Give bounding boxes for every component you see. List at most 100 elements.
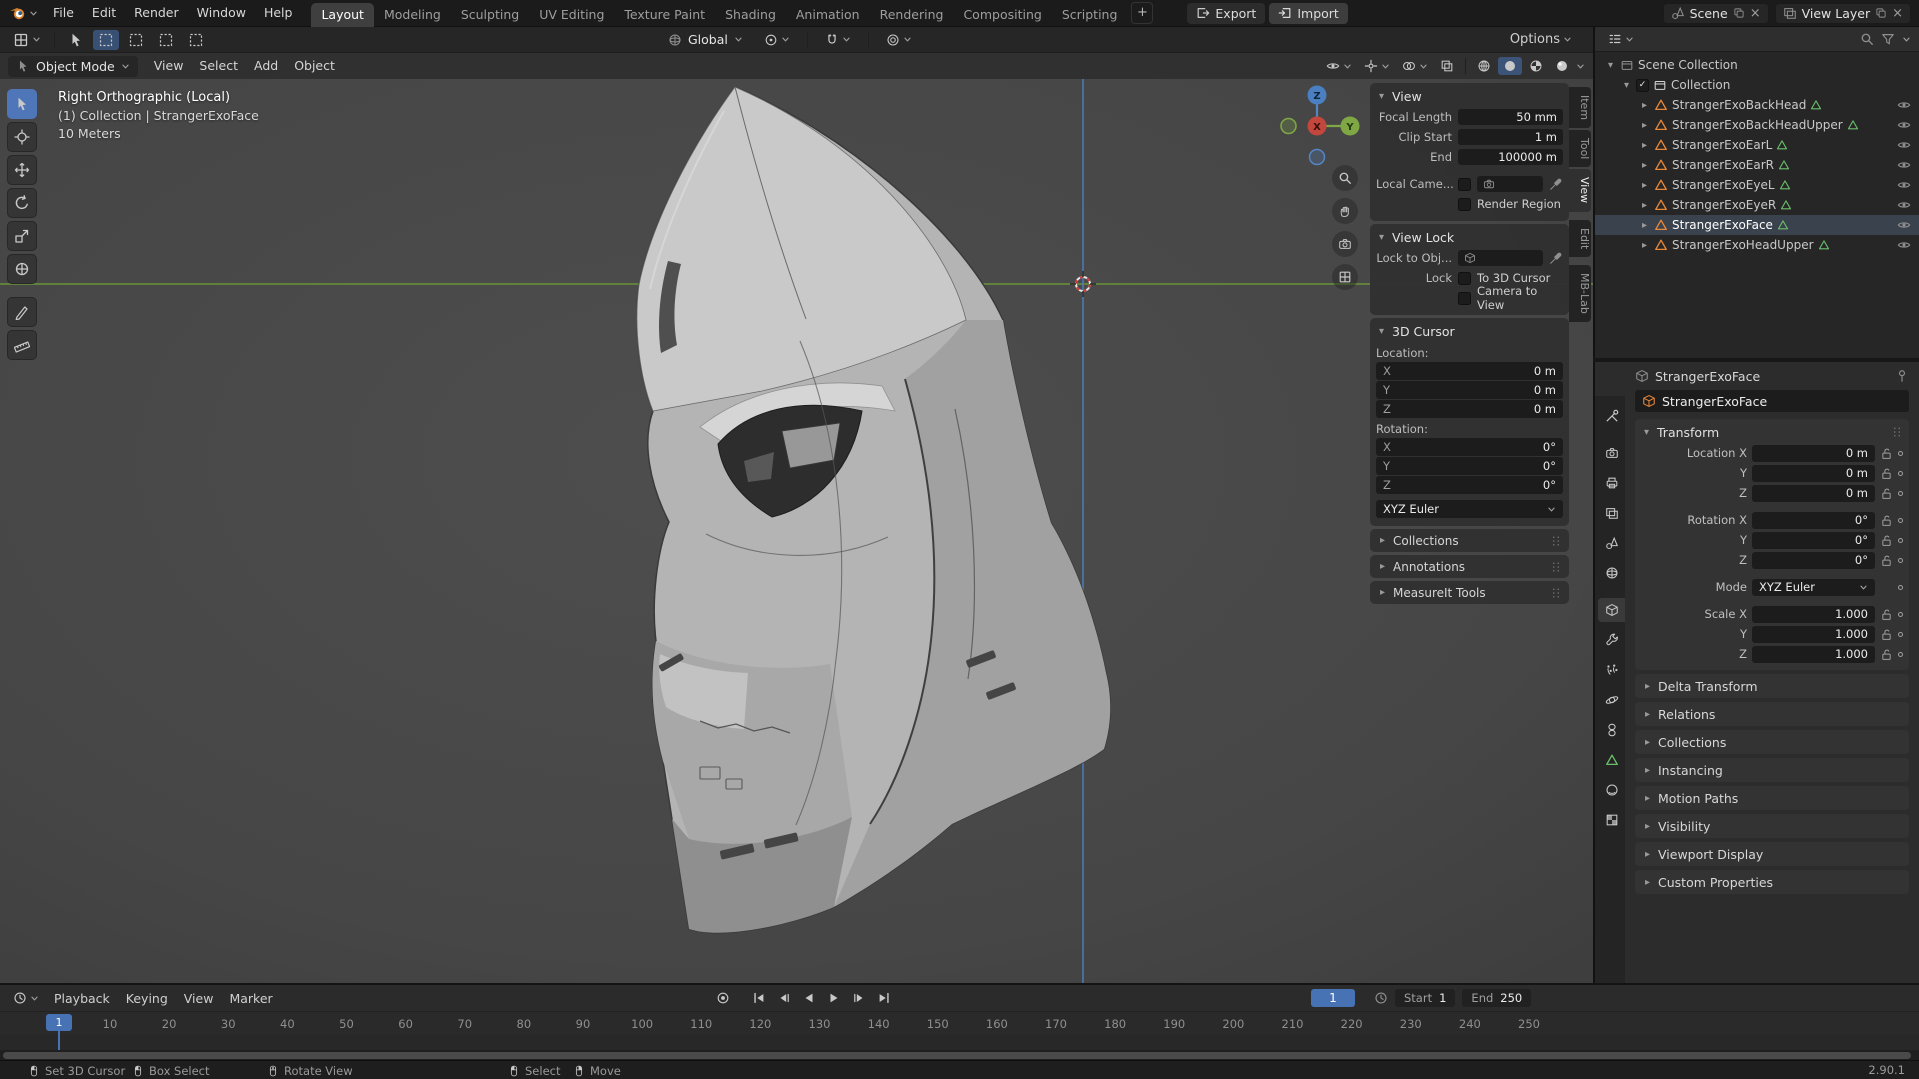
view-layer-selector[interactable]: View Layer bbox=[1774, 2, 1911, 24]
lock-icon[interactable] bbox=[1880, 554, 1893, 567]
eyedropper-icon[interactable] bbox=[1549, 251, 1563, 265]
proportional-editing-toggle[interactable] bbox=[881, 31, 917, 49]
tab-scene[interactable] bbox=[1598, 531, 1625, 555]
lock-icon[interactable] bbox=[1880, 534, 1893, 547]
zoom-button[interactable] bbox=[1332, 165, 1358, 191]
export-button[interactable]: Export bbox=[1187, 2, 1266, 24]
filter-icon[interactable] bbox=[1881, 32, 1895, 46]
eyedropper-icon[interactable] bbox=[1549, 177, 1563, 191]
blender-logo-icon[interactable] bbox=[8, 4, 38, 22]
timeline-ruler[interactable]: 1 10 20 30 40 50 60 70 80 90 100 110 120 130 140 150 16… bbox=[0, 1011, 1919, 1035]
tab-texture[interactable] bbox=[1598, 808, 1625, 832]
outliner-object-row[interactable]: StrangerExoBackHeadUpper bbox=[1595, 115, 1919, 135]
play-reverse-button[interactable] bbox=[798, 989, 820, 1007]
tool-rotate[interactable] bbox=[7, 188, 37, 218]
new-view-layer-icon[interactable] bbox=[1875, 7, 1887, 19]
tab-material[interactable] bbox=[1598, 778, 1625, 802]
next-keyframe-button[interactable] bbox=[848, 989, 870, 1007]
scene-collection-row[interactable]: Scene Collection bbox=[1595, 55, 1919, 75]
navigation-gizmo[interactable]: Z Y X bbox=[1280, 81, 1380, 181]
collapsed-panel-header[interactable]: Annotations bbox=[1370, 555, 1569, 578]
vector-field[interactable]: X 0° bbox=[1376, 438, 1563, 456]
start-frame-field[interactable]: Start 1 bbox=[1395, 989, 1456, 1007]
tab-world[interactable] bbox=[1598, 561, 1625, 585]
number-field[interactable]: 1.000 bbox=[1752, 645, 1875, 663]
animate-dot[interactable] bbox=[1898, 584, 1903, 590]
view-lock-panel-header[interactable]: View Lock bbox=[1376, 226, 1563, 248]
object-visibility-dropdown[interactable] bbox=[1321, 57, 1357, 75]
drag-handle-icon[interactable] bbox=[1550, 535, 1562, 547]
menu-item[interactable]: Edit bbox=[83, 2, 125, 24]
vector-field[interactable]: Y 0° bbox=[1376, 457, 1563, 475]
drag-handle-icon[interactable] bbox=[1550, 587, 1562, 599]
number-field[interactable]: 100000 m bbox=[1458, 149, 1563, 165]
tool-scale[interactable] bbox=[7, 221, 37, 251]
lock-to-object-field[interactable] bbox=[1458, 250, 1543, 266]
add-workspace-button[interactable]: + bbox=[1131, 1, 1154, 24]
animate-dot[interactable] bbox=[1898, 611, 1903, 617]
workspace-tab[interactable]: Sculpting bbox=[451, 3, 529, 27]
sidebar-tab[interactable]: View bbox=[1569, 169, 1591, 212]
sidebar-tab[interactable]: Tool bbox=[1569, 130, 1591, 168]
pin-icon[interactable] bbox=[1895, 369, 1909, 383]
mode-dropdown[interactable]: Object Mode bbox=[8, 55, 138, 77]
number-field[interactable]: 0° bbox=[1752, 511, 1875, 529]
drag-handle-icon[interactable] bbox=[1891, 426, 1903, 438]
menu-item[interactable]: Window bbox=[188, 2, 255, 24]
shading-rendered-button[interactable] bbox=[1550, 57, 1574, 75]
sidebar-tab[interactable]: MB-Lab bbox=[1569, 264, 1591, 322]
tool-move[interactable] bbox=[7, 155, 37, 185]
scene-selector[interactable]: Scene bbox=[1662, 2, 1769, 24]
active-tool-icon[interactable] bbox=[63, 30, 89, 50]
tool-measure[interactable] bbox=[7, 330, 37, 360]
collapsed-panel-header[interactable]: Collections bbox=[1370, 529, 1569, 552]
jump-to-end-button[interactable] bbox=[873, 989, 895, 1007]
hide-in-viewport-toggle[interactable] bbox=[1897, 118, 1911, 132]
number-field[interactable]: 0° bbox=[1752, 531, 1875, 549]
workspace-tab[interactable]: Compositing bbox=[953, 3, 1051, 27]
delete-view-layer-icon[interactable] bbox=[1892, 5, 1903, 21]
tab-tool[interactable] bbox=[1598, 404, 1625, 428]
outliner-object-row[interactable]: StrangerExoEarR bbox=[1595, 155, 1919, 175]
view-panel-header[interactable]: View bbox=[1376, 85, 1563, 107]
viewport-menu-item[interactable]: Object bbox=[286, 55, 343, 77]
tab-object[interactable] bbox=[1598, 598, 1625, 622]
sidebar-tab[interactable]: Edit bbox=[1569, 219, 1591, 257]
pan-hand-button[interactable] bbox=[1332, 198, 1358, 224]
hide-in-viewport-toggle[interactable] bbox=[1897, 98, 1911, 112]
workspace-tab[interactable]: Scripting bbox=[1052, 3, 1128, 27]
local-camera-field[interactable] bbox=[1477, 176, 1543, 192]
workspace-tab[interactable]: Shading bbox=[715, 3, 786, 27]
collapsed-panel-header[interactable]: Relations bbox=[1635, 702, 1909, 726]
menu-item[interactable]: Help bbox=[255, 2, 302, 24]
number-field[interactable]: XYZ Euler bbox=[1752, 578, 1875, 596]
viewport-menu-item[interactable]: Add bbox=[246, 55, 286, 77]
lock-icon[interactable] bbox=[1880, 467, 1893, 480]
select-mode-subtract-button[interactable] bbox=[153, 30, 179, 50]
lock-icon[interactable] bbox=[1880, 487, 1893, 500]
show-gizmo-dropdown[interactable] bbox=[1359, 57, 1395, 75]
search-icon[interactable] bbox=[1860, 32, 1874, 46]
play-button[interactable] bbox=[823, 989, 845, 1007]
lock-icon[interactable] bbox=[1880, 628, 1893, 641]
outliner-object-row[interactable]: StrangerExoHeadUpper bbox=[1595, 235, 1919, 255]
number-field[interactable]: 1.000 bbox=[1752, 605, 1875, 623]
select-mode-extend-button[interactable] bbox=[123, 30, 149, 50]
shading-solid-button[interactable] bbox=[1498, 57, 1522, 75]
workspace-tab[interactable]: Animation bbox=[786, 3, 870, 27]
lock-icon[interactable] bbox=[1880, 447, 1893, 460]
lock-icon[interactable] bbox=[1880, 648, 1893, 661]
previous-keyframe-button[interactable] bbox=[773, 989, 795, 1007]
hide-in-viewport-toggle[interactable] bbox=[1897, 198, 1911, 212]
gizmo-axis-y-negative[interactable] bbox=[1280, 117, 1297, 135]
outliner-object-row[interactable]: StrangerExoEyeR bbox=[1595, 195, 1919, 215]
number-field[interactable]: 50 mm bbox=[1458, 109, 1563, 125]
vector-field[interactable]: X 0 m bbox=[1376, 362, 1563, 380]
vector-field[interactable]: Z 0 m bbox=[1376, 400, 1563, 418]
scrollbar-handle[interactable] bbox=[3, 1051, 1911, 1059]
collapsed-panel-header[interactable]: Instancing bbox=[1635, 758, 1909, 782]
number-field[interactable]: 0 m bbox=[1752, 444, 1875, 462]
tab-object-data[interactable] bbox=[1598, 748, 1625, 772]
viewport-menu-item[interactable]: View bbox=[146, 55, 192, 77]
collapsed-panel-header[interactable]: Visibility bbox=[1635, 814, 1909, 838]
